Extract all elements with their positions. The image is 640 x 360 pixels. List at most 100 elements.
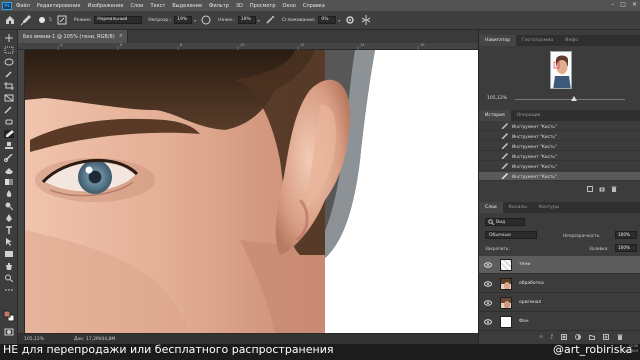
rectangle-tool-icon[interactable] (4, 250, 14, 258)
gear-icon[interactable] (344, 14, 356, 26)
opacity-input[interactable]: 19% (174, 16, 193, 24)
zoom-readout[interactable]: 105,12% (24, 337, 44, 342)
close-window-icon[interactable]: ✕ (632, 1, 637, 8)
symmetry-icon[interactable] (360, 14, 372, 26)
tab-paths[interactable]: Контуры (533, 202, 566, 213)
menu-image[interactable]: Изображение (87, 3, 123, 9)
new-document-icon[interactable] (587, 186, 593, 192)
menu-file[interactable]: Файл (16, 3, 30, 9)
history-item[interactable]: Инструмент "Кисть" (479, 142, 640, 151)
quick-mask-icon[interactable] (4, 328, 14, 336)
eyedropper-tool-icon[interactable] (4, 106, 14, 114)
history-item[interactable]: Инструмент "Кисть" (479, 122, 640, 131)
eye-icon[interactable] (484, 300, 492, 306)
navigator-thumbnail[interactable] (550, 51, 572, 89)
brush-tool-icon[interactable] (4, 130, 14, 138)
doc-size-readout[interactable]: Док: 17,2M/44,8M (74, 337, 115, 342)
history-brush-icon[interactable] (4, 154, 14, 162)
zoom-slider-knob[interactable] (571, 96, 577, 101)
history-item[interactable]: Инструмент "Кисть" (479, 152, 640, 161)
tab-info[interactable]: Инфо (559, 35, 584, 46)
tab-navigator[interactable]: Навигатор (479, 35, 517, 46)
tab-histogram[interactable]: Гистограмма (516, 35, 559, 46)
navigator-zoom[interactable]: 105,12% (487, 96, 507, 101)
frame-tool-icon[interactable] (4, 94, 14, 102)
color-swatches[interactable] (3, 310, 15, 322)
menu-help[interactable]: Справка (303, 3, 325, 9)
menu-window[interactable]: Окно (283, 3, 296, 9)
history-item-active[interactable]: Инструмент "Кисть" (479, 172, 640, 181)
history-item[interactable]: Инструмент "Кисть" (479, 162, 640, 171)
pen-tool-icon[interactable] (4, 214, 14, 222)
zoom-slider[interactable] (515, 99, 625, 100)
layer-row-shadows[interactable]: тени (479, 256, 640, 274)
quick-select-icon[interactable] (4, 70, 14, 78)
type-tool-icon[interactable] (4, 226, 14, 234)
chevron-down-icon[interactable]: ▾ (338, 18, 340, 23)
zoom-tool-icon[interactable] (4, 274, 14, 282)
path-select-icon[interactable] (4, 238, 14, 246)
document-canvas[interactable] (25, 50, 478, 333)
menu-layers[interactable]: Слои (130, 3, 143, 9)
maximize-icon[interactable]: □ (620, 1, 626, 8)
layer-row-original[interactable]: оригинал (479, 294, 640, 312)
brush-preset-icon[interactable] (36, 14, 48, 26)
healing-tool-icon[interactable] (4, 118, 14, 126)
menu-select[interactable]: Выделение (172, 3, 202, 9)
mask-icon[interactable] (560, 334, 567, 340)
stamp-tool-icon[interactable] (4, 142, 14, 150)
menu-view[interactable]: Просмотр (250, 3, 276, 9)
gradient-tool-icon[interactable] (4, 178, 14, 186)
eye-icon[interactable] (484, 281, 492, 287)
tab-layers[interactable]: Слои (479, 202, 503, 213)
blur-tool-icon[interactable] (4, 190, 14, 198)
eye-icon[interactable] (484, 262, 492, 268)
folder-icon[interactable] (588, 334, 595, 340)
layer-row-background[interactable]: Фон (479, 313, 640, 331)
move-tool-icon[interactable] (4, 34, 14, 42)
dodge-tool-icon[interactable] (4, 202, 14, 210)
brush-tool-icon[interactable] (20, 14, 32, 26)
blend-mode-value: Обычные (489, 232, 511, 238)
mode-select[interactable]: Нормальный (94, 16, 143, 24)
menu-3d[interactable]: 3D (236, 3, 243, 9)
adjustment-icon[interactable] (574, 334, 581, 340)
tab-history[interactable]: История (479, 110, 511, 121)
new-layer-icon[interactable] (602, 334, 609, 340)
camera-icon[interactable] (599, 186, 605, 192)
blend-mode-select[interactable]: Обычные (485, 231, 537, 239)
pressure-opacity-icon[interactable] (200, 14, 212, 26)
more-tools-icon[interactable] (4, 286, 14, 294)
layer-opacity-input[interactable]: 100% (615, 231, 637, 239)
chevron-down-icon[interactable]: ▾ (194, 18, 196, 23)
eraser-tool-icon[interactable] (4, 166, 14, 174)
history-item[interactable]: Инструмент "Кисть" (479, 132, 640, 141)
menu-type[interactable]: Текст (150, 3, 165, 9)
marquee-tool-icon[interactable] (4, 46, 14, 54)
brush-panel-icon[interactable] (56, 14, 68, 26)
layer-row-retouch[interactable]: обработка (479, 275, 640, 293)
trash-icon[interactable] (617, 334, 623, 340)
fx-icon[interactable]: ƒ (551, 334, 553, 340)
lasso-tool-icon[interactable] (4, 58, 14, 66)
link-icon[interactable]: ∞ (539, 334, 543, 340)
home-icon[interactable] (4, 14, 16, 26)
layer-filter-select[interactable]: Вид (485, 218, 525, 226)
trash-icon[interactable] (611, 186, 617, 192)
document-tab[interactable]: Без имени-1 @ 105% (тени, RGB/8) × (18, 30, 128, 43)
menu-filter[interactable]: Фильтр (209, 3, 229, 9)
smoothing-input[interactable]: 0% (318, 16, 337, 24)
fill-input[interactable]: 100% (615, 244, 637, 252)
menu-edit[interactable]: Редактирование (37, 3, 81, 9)
brush-icon (502, 173, 508, 179)
hand-tool-icon[interactable] (4, 262, 14, 270)
crop-tool-icon[interactable] (4, 82, 14, 90)
minimize-icon[interactable]: – (611, 1, 614, 8)
pressure-input[interactable]: 19% (237, 16, 256, 24)
chevron-down-icon[interactable]: ▾ (258, 18, 260, 23)
airbrush-icon[interactable] (264, 14, 276, 26)
eye-icon[interactable] (484, 319, 492, 325)
tab-actions[interactable]: Операции (511, 110, 547, 121)
close-tab-icon[interactable]: × (119, 33, 123, 39)
tab-channels[interactable]: Каналы (503, 202, 533, 213)
